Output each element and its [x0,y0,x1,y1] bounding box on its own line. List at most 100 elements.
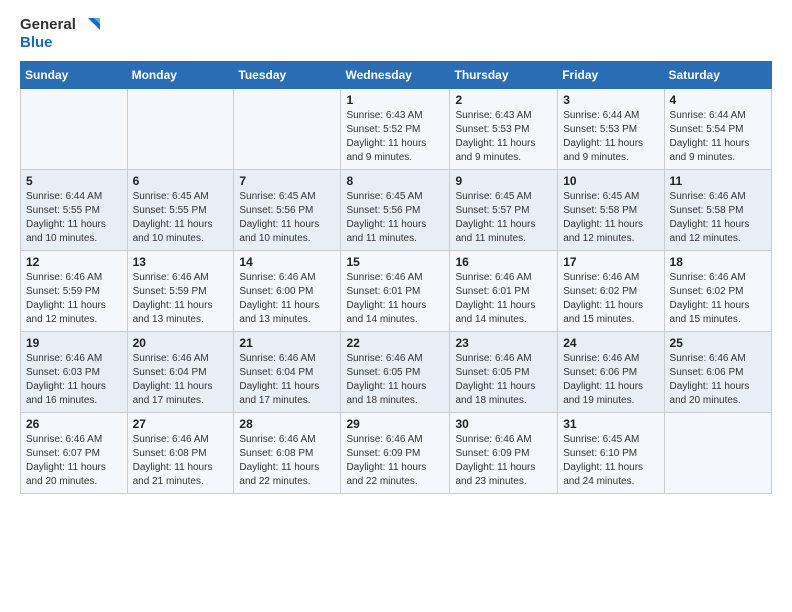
calendar-cell [234,89,341,170]
day-info: Sunrise: 6:46 AM Sunset: 6:01 PM Dayligh… [455,271,552,327]
day-info: Sunrise: 6:46 AM Sunset: 6:09 PM Dayligh… [455,433,552,489]
header: General Blue [20,16,772,51]
day-info: Sunrise: 6:46 AM Sunset: 6:01 PM Dayligh… [346,271,444,327]
calendar-cell: 28 Sunrise: 6:46 AM Sunset: 6:08 PM Dayli… [234,413,341,494]
day-info: Sunrise: 6:46 AM Sunset: 6:03 PM Dayligh… [26,352,122,408]
logo-text-block: General Blue [20,16,100,51]
calendar-cell: 13Sunrise: 6:46 AM Sunset: 5:59 PM Dayli… [127,251,234,332]
calendar-cell: 25 Sunrise: 6:46 AM Sunset: 6:06 PM Dayli… [664,332,771,413]
day-number: 2 [455,93,552,107]
weekday-header-wednesday: Wednesday [341,62,450,89]
day-number: 17 [563,255,658,269]
day-info: Sunrise: 6:46 AM Sunset: 5:59 PM Dayligh… [133,271,229,327]
logo-blue: Blue [20,34,53,51]
day-info: Sunrise: 6:46 AM Sunset: 6:07 PM Dayligh… [26,433,122,489]
day-number: 4 [670,93,766,107]
calendar-cell: 7 Sunrise: 6:45 AM Sunset: 5:56 PM Daylig… [234,170,341,251]
calendar-cell: 26 Sunrise: 6:46 AM Sunset: 6:07 PM Dayli… [21,413,128,494]
day-info: Sunrise: 6:46 AM Sunset: 6:00 PM Dayligh… [239,271,335,327]
page: General Blue SundayMondayTuesdayWednesda… [0,0,792,612]
day-info: Sunrise: 6:45 AM Sunset: 5:58 PM Dayligh… [563,190,658,246]
day-info: Sunrise: 6:46 AM Sunset: 6:06 PM Dayligh… [563,352,658,408]
day-info: Sunrise: 6:46 AM Sunset: 6:02 PM Dayligh… [670,271,766,327]
day-info: Sunrise: 6:45 AM Sunset: 5:56 PM Dayligh… [346,190,444,246]
day-number: 22 [346,336,444,350]
day-number: 12 [26,255,122,269]
day-number: 19 [26,336,122,350]
day-info: Sunrise: 6:45 AM Sunset: 5:57 PM Dayligh… [455,190,552,246]
day-info: Sunrise: 6:46 AM Sunset: 6:05 PM Dayligh… [455,352,552,408]
calendar-cell: 2 Sunrise: 6:43 AM Sunset: 5:53 PM Daylig… [450,89,558,170]
calendar-cell: 21Sunrise: 6:46 AM Sunset: 6:04 PM Dayli… [234,332,341,413]
day-info: Sunrise: 6:43 AM Sunset: 5:52 PM Dayligh… [346,109,444,165]
day-number: 7 [239,174,335,188]
logo-triangle-icon [82,16,100,34]
calendar-week-row: 1 Sunrise: 6:43 AM Sunset: 5:52 PM Daylig… [21,89,772,170]
calendar-cell: 14 Sunrise: 6:46 AM Sunset: 6:00 PM Dayli… [234,251,341,332]
day-number: 25 [670,336,766,350]
calendar-cell: 15Sunrise: 6:46 AM Sunset: 6:01 PM Dayli… [341,251,450,332]
weekday-header-monday: Monday [127,62,234,89]
day-number: 5 [26,174,122,188]
day-number: 31 [563,417,658,431]
day-number: 30 [455,417,552,431]
calendar-cell: 12Sunrise: 6:46 AM Sunset: 5:59 PM Dayli… [21,251,128,332]
calendar-cell: 8 Sunrise: 6:45 AM Sunset: 5:56 PM Daylig… [341,170,450,251]
day-info: Sunrise: 6:45 AM Sunset: 5:56 PM Dayligh… [239,190,335,246]
day-number: 26 [26,417,122,431]
day-number: 10 [563,174,658,188]
day-info: Sunrise: 6:46 AM Sunset: 5:58 PM Dayligh… [670,190,766,246]
calendar-cell: 20Sunrise: 6:46 AM Sunset: 6:04 PM Dayli… [127,332,234,413]
calendar-cell: 31Sunrise: 6:45 AM Sunset: 6:10 PM Dayli… [558,413,664,494]
calendar-week-row: 26 Sunrise: 6:46 AM Sunset: 6:07 PM Dayli… [21,413,772,494]
calendar-cell: 9 Sunrise: 6:45 AM Sunset: 5:57 PM Daylig… [450,170,558,251]
day-info: Sunrise: 6:43 AM Sunset: 5:53 PM Dayligh… [455,109,552,165]
calendar-cell [127,89,234,170]
weekday-header-tuesday: Tuesday [234,62,341,89]
calendar-cell: 1 Sunrise: 6:43 AM Sunset: 5:52 PM Daylig… [341,89,450,170]
calendar-cell: 18 Sunrise: 6:46 AM Sunset: 6:02 PM Dayli… [664,251,771,332]
day-info: Sunrise: 6:45 AM Sunset: 5:55 PM Dayligh… [133,190,229,246]
calendar-cell [664,413,771,494]
calendar-cell: 24 Sunrise: 6:46 AM Sunset: 6:06 PM Dayli… [558,332,664,413]
calendar-week-row: 12 Sunrise: 6:46 AM Sunset: 5:59 PM Dayli… [21,251,772,332]
day-info: Sunrise: 6:44 AM Sunset: 5:53 PM Dayligh… [563,109,658,165]
calendar: SundayMondayTuesdayWednesdayThursdayFrid… [20,61,772,494]
calendar-week-row: 5 Sunrise: 6:44 AM Sunset: 5:55 PM Daylig… [21,170,772,251]
calendar-cell: 4 Sunrise: 6:44 AM Sunset: 5:54 PM Daylig… [664,89,771,170]
day-number: 6 [133,174,229,188]
calendar-cell: 6 Sunrise: 6:45 AM Sunset: 5:55 PM Daylig… [127,170,234,251]
day-number: 11 [670,174,766,188]
day-number: 8 [346,174,444,188]
day-number: 9 [455,174,552,188]
calendar-cell: 17Sunrise: 6:46 AM Sunset: 6:02 PM Dayli… [558,251,664,332]
weekday-header-friday: Friday [558,62,664,89]
calendar-cell: 5 Sunrise: 6:44 AM Sunset: 5:55 PM Daylig… [21,170,128,251]
calendar-cell: 10 Sunrise: 6:45 AM Sunset: 5:58 PM Dayli… [558,170,664,251]
logo-text: General Blue [20,16,100,51]
day-info: Sunrise: 6:44 AM Sunset: 5:55 PM Dayligh… [26,190,122,246]
day-info: Sunrise: 6:46 AM Sunset: 6:09 PM Dayligh… [346,433,444,489]
day-info: Sunrise: 6:46 AM Sunset: 6:06 PM Dayligh… [670,352,766,408]
day-info: Sunrise: 6:46 AM Sunset: 6:08 PM Dayligh… [239,433,335,489]
day-number: 27 [133,417,229,431]
day-number: 3 [563,93,658,107]
day-number: 28 [239,417,335,431]
calendar-cell: 16Sunrise: 6:46 AM Sunset: 6:01 PM Dayli… [450,251,558,332]
day-number: 1 [346,93,444,107]
day-number: 14 [239,255,335,269]
calendar-cell: 19 Sunrise: 6:46 AM Sunset: 6:03 PM Dayli… [21,332,128,413]
calendar-cell: 22Sunrise: 6:46 AM Sunset: 6:05 PM Dayli… [341,332,450,413]
calendar-cell: 23Sunrise: 6:46 AM Sunset: 6:05 PM Dayli… [450,332,558,413]
calendar-week-row: 19 Sunrise: 6:46 AM Sunset: 6:03 PM Dayli… [21,332,772,413]
calendar-cell: 30 Sunrise: 6:46 AM Sunset: 6:09 PM Dayli… [450,413,558,494]
logo-general: General [20,16,76,33]
day-info: Sunrise: 6:44 AM Sunset: 5:54 PM Dayligh… [670,109,766,165]
day-number: 29 [346,417,444,431]
weekday-header-sunday: Sunday [21,62,128,89]
weekday-header-row: SundayMondayTuesdayWednesdayThursdayFrid… [21,62,772,89]
day-number: 24 [563,336,658,350]
day-number: 18 [670,255,766,269]
day-info: Sunrise: 6:46 AM Sunset: 6:04 PM Dayligh… [239,352,335,408]
calendar-cell: 11 Sunrise: 6:46 AM Sunset: 5:58 PM Dayli… [664,170,771,251]
